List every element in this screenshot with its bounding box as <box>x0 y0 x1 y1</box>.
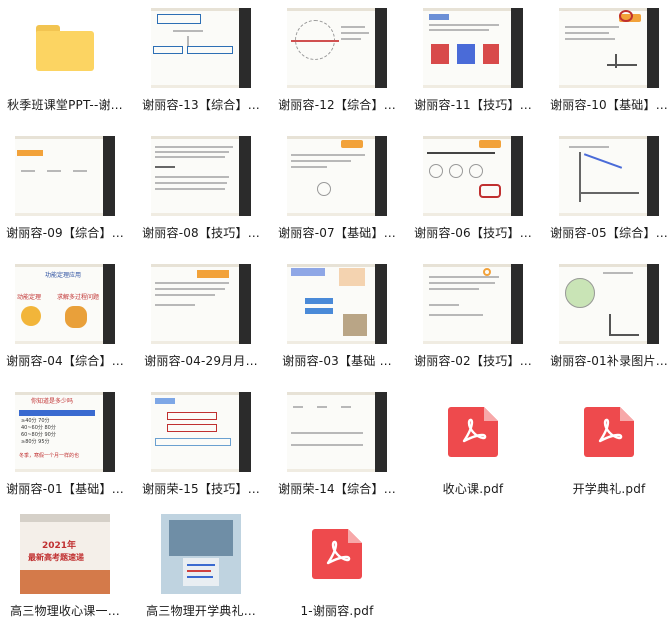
thumb-caption: 冬季，寒假一个月一样的也 <box>19 453 80 459</box>
thumb-table-row: ≥80分 95分 <box>21 439 50 445</box>
file-item[interactable]: 谢丽容-11【技巧】… <box>408 0 538 124</box>
slide-thumbnail <box>287 392 387 472</box>
thumb-table-row: ≥40分 70分 <box>21 418 50 424</box>
pdf-icon <box>287 514 387 594</box>
file-item[interactable]: 谢丽容-03【基础 … <box>272 256 402 380</box>
thumb-table-row: 40~60分 80分 <box>21 425 56 431</box>
file-item[interactable]: 谢丽容-01补录图片… <box>544 256 672 380</box>
file-item[interactable]: 谢丽容-09【综合】… <box>0 128 130 252</box>
file-item[interactable]: 高三物理开学典礼… <box>136 506 266 630</box>
slide-thumbnail <box>559 264 659 344</box>
folder-item[interactable]: 秋季班课堂PPT--谢… <box>0 0 130 124</box>
thumb-caption: 你知道是多少吗 <box>31 398 74 405</box>
file-label: 谢丽容-03【基础 … <box>282 354 392 368</box>
thumb-caption: 求解多过程问题 <box>57 294 100 301</box>
file-label: 谢丽容-12【综合】… <box>278 98 396 112</box>
file-item[interactable]: 谢丽荣-14【综合】… <box>272 384 402 508</box>
file-item[interactable]: 功能定理应用 动能定理 求解多过程问题 谢丽容-04【综合】… <box>0 256 130 380</box>
file-item[interactable]: 谢丽容-10【基础】… <box>544 0 672 124</box>
slide-thumbnail: 你知道是多少吗 ≥40分 70分 40~60分 80分 60~80分 90分 ≥… <box>15 392 115 472</box>
file-label: 谢丽容-01【基础】… <box>6 482 124 496</box>
file-grid: 秋季班课堂PPT--谢… 谢丽容-13【综合】… 谢丽容-12【综合】… 谢丽容… <box>0 0 672 630</box>
file-item[interactable]: 谢丽容-02【技巧】… <box>408 256 538 380</box>
thumb-table-row: 60~80分 90分 <box>21 432 56 438</box>
folder-icon <box>15 8 115 88</box>
file-label: 谢丽容-06【技巧】… <box>414 226 532 240</box>
slide-thumbnail: 功能定理应用 动能定理 求解多过程问题 <box>15 264 115 344</box>
pdf-icon <box>559 392 659 472</box>
file-label: 秋季班课堂PPT--谢… <box>7 98 123 112</box>
slide-thumbnail <box>287 264 387 344</box>
file-label: 谢丽容-01补录图片… <box>550 354 668 368</box>
file-label: 谢丽荣-15【技巧】… <box>142 482 260 496</box>
file-label: 谢丽容-05【综合】… <box>550 226 668 240</box>
slide-thumbnail <box>151 8 251 88</box>
slide-thumbnail <box>423 264 523 344</box>
thumb-caption: 动能定理 <box>17 294 42 301</box>
file-label: 谢丽容-07【基础】… <box>278 226 396 240</box>
file-label: 开学典礼.pdf <box>572 482 646 496</box>
file-item[interactable]: 谢丽容-12【综合】… <box>272 0 402 124</box>
photo-thumbnail <box>151 514 251 594</box>
file-label: 谢丽容-10【基础】… <box>550 98 668 112</box>
thumb-caption: 最新高考题速递 <box>28 553 84 562</box>
thumb-caption: 功能定理应用 <box>45 272 82 279</box>
file-label: 谢丽容-13【综合】… <box>142 98 260 112</box>
file-label: 谢丽容-11【技巧】… <box>414 98 532 112</box>
slide-thumbnail <box>151 264 251 344</box>
slide-thumbnail <box>559 8 659 88</box>
file-item[interactable]: 谢丽容-13【综合】… <box>136 0 266 124</box>
file-label: 1-谢丽容.pdf <box>300 604 374 618</box>
file-item[interactable]: 谢丽荣-15【技巧】… <box>136 384 266 508</box>
file-item[interactable]: 谢丽容-05【综合】… <box>544 128 672 252</box>
file-item[interactable]: 你知道是多少吗 ≥40分 70分 40~60分 80分 60~80分 90分 ≥… <box>0 384 130 508</box>
slide-thumbnail <box>15 136 115 216</box>
pdf-item[interactable]: 1-谢丽容.pdf <box>272 506 402 630</box>
thumb-caption: 2021年 <box>42 541 77 551</box>
file-label: 谢丽荣-14【综合】… <box>278 482 396 496</box>
file-item[interactable]: 谢丽容-07【基础】… <box>272 128 402 252</box>
file-label: 收心课.pdf <box>442 482 504 496</box>
slide-thumbnail <box>287 8 387 88</box>
pdf-icon <box>423 392 523 472</box>
photo-thumbnail: 2021年 最新高考题速递 <box>15 514 115 594</box>
file-label: 高三物理收心课一… <box>10 604 120 618</box>
file-label: 谢丽容-02【技巧】… <box>414 354 532 368</box>
slide-thumbnail <box>559 136 659 216</box>
pdf-item[interactable]: 开学典礼.pdf <box>544 384 672 508</box>
slide-thumbnail <box>151 136 251 216</box>
file-label: 谢丽容-04【综合】… <box>6 354 124 368</box>
slide-thumbnail <box>423 136 523 216</box>
file-label: 谢丽容-04-29月月… <box>144 354 258 368</box>
file-item[interactable]: 谢丽容-08【技巧】… <box>136 128 266 252</box>
file-label: 谢丽容-08【技巧】… <box>142 226 260 240</box>
slide-thumbnail <box>287 136 387 216</box>
file-item[interactable]: 谢丽容-04-29月月… <box>136 256 266 380</box>
slide-thumbnail <box>423 8 523 88</box>
file-item[interactable]: 谢丽容-06【技巧】… <box>408 128 538 252</box>
file-item[interactable]: 2021年 最新高考题速递 高三物理收心课一… <box>0 506 130 630</box>
file-label: 高三物理开学典礼… <box>146 604 256 618</box>
pdf-item[interactable]: 收心课.pdf <box>408 384 538 508</box>
slide-thumbnail <box>151 392 251 472</box>
file-label: 谢丽容-09【综合】… <box>6 226 124 240</box>
